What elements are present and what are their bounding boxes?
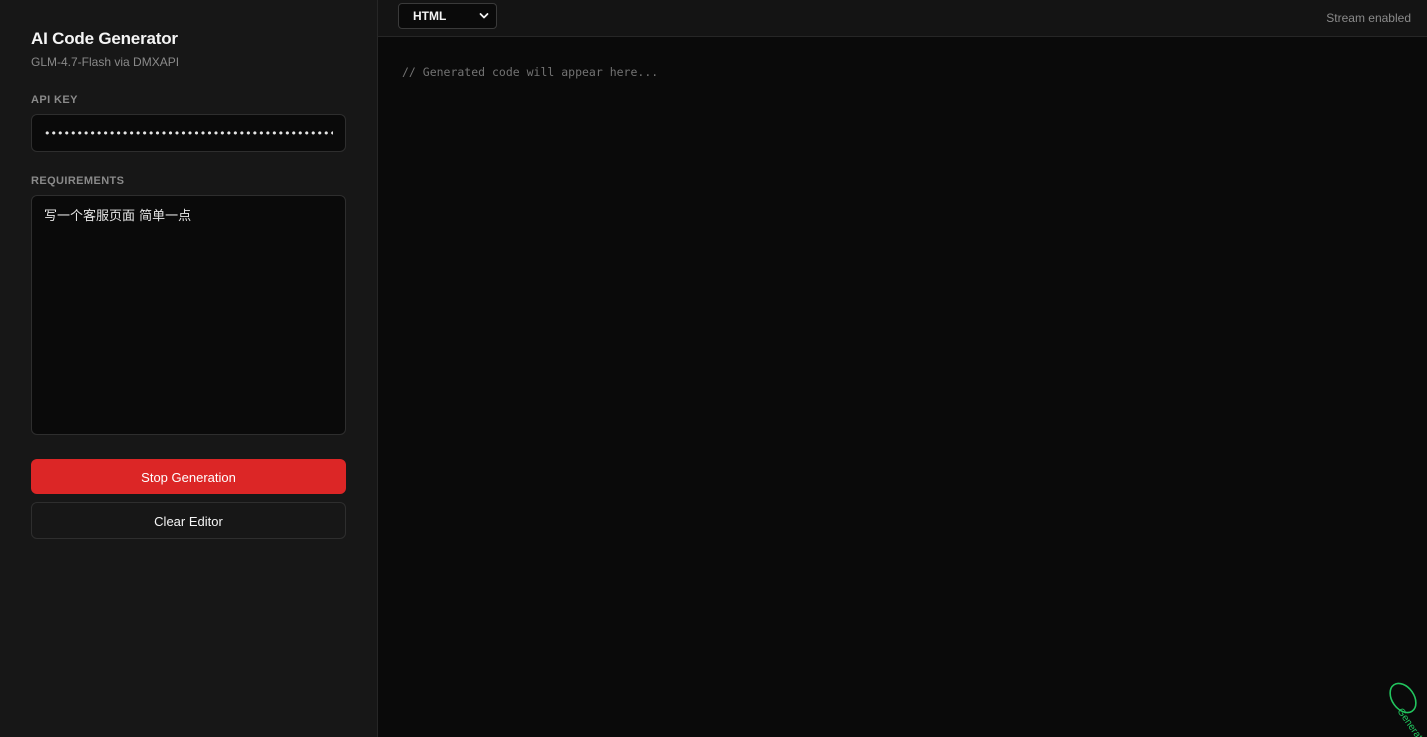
sidebar: AI Code Generator GLM-4.7-Flash via DMXA… <box>0 0 378 737</box>
app-root: AI Code Generator GLM-4.7-Flash via DMXA… <box>0 0 1427 737</box>
main-panel: HTML Stream enabled // Generated code wi… <box>378 0 1427 737</box>
clear-editor-button[interactable]: Clear Editor <box>31 502 346 539</box>
language-select-value: HTML <box>413 9 447 23</box>
app-title: AI Code Generator <box>31 29 178 48</box>
status-badge: Generating <box>1367 681 1427 737</box>
status-badge-text: Generating <box>1395 706 1427 737</box>
api-key-input[interactable] <box>31 114 346 152</box>
stream-status: Stream enabled <box>1326 11 1411 25</box>
chevron-down-icon <box>479 13 489 19</box>
app-subtitle: GLM-4.7-Flash via DMXAPI <box>31 55 180 69</box>
code-editor[interactable]: // Generated code will appear here... Ge… <box>378 37 1427 737</box>
editor-toolbar: HTML Stream enabled <box>378 0 1427 37</box>
requirements-textarea[interactable]: 写一个客服页面 简单一点 <box>31 195 346 435</box>
spinner-icon: Generating <box>1389 682 1427 737</box>
requirements-label: REQUIREMENTS <box>31 175 125 187</box>
stop-generation-button[interactable]: Stop Generation <box>31 459 346 494</box>
language-select[interactable]: HTML <box>398 3 497 29</box>
code-placeholder: // Generated code will appear here... <box>402 65 659 79</box>
api-key-label: API KEY <box>31 94 78 106</box>
